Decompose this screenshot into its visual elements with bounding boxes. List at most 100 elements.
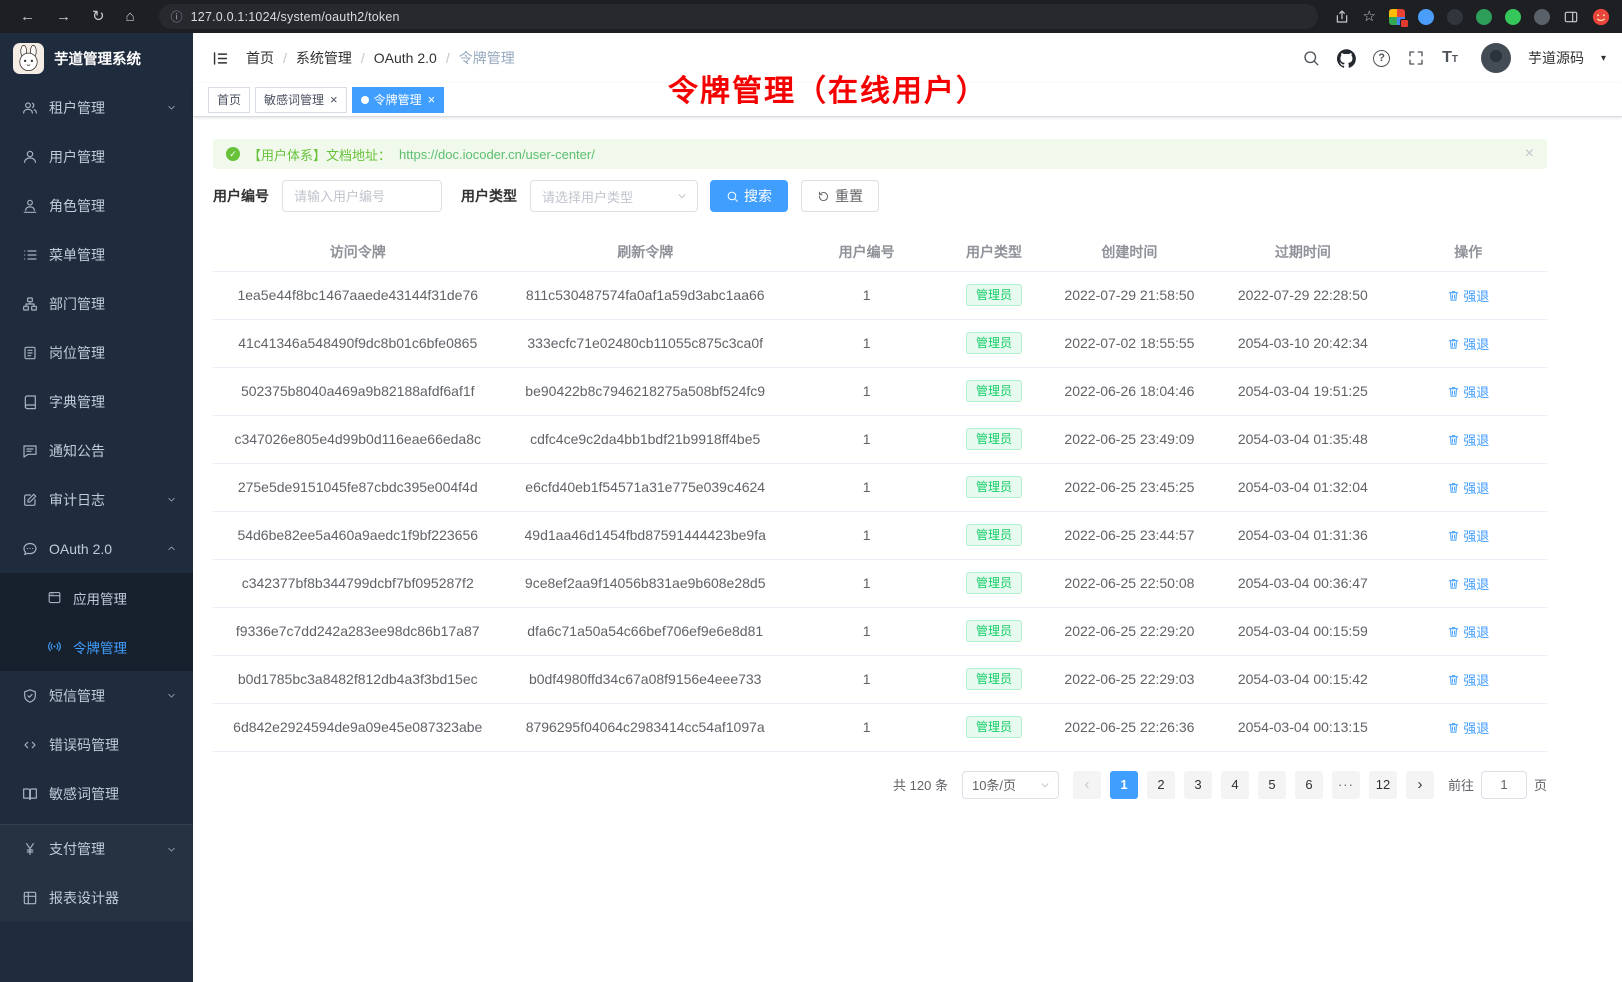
tab-home[interactable]: 首页	[208, 87, 250, 113]
user-type-badge: 管理员	[966, 428, 1022, 450]
sidebar-item-dept[interactable]: 部门管理	[0, 279, 193, 328]
force-logout-button[interactable]: 强退	[1447, 478, 1489, 497]
breadcrumb-item[interactable]: 首页	[246, 48, 274, 68]
sidebar-toggle-icon[interactable]	[1563, 9, 1579, 25]
sidebar-item-error-code[interactable]: 错误码管理	[0, 720, 193, 769]
force-logout-button[interactable]: 强退	[1447, 718, 1489, 737]
refresh-token-cell: 9ce8ef2aa9f14056b831ae9b608e28d5	[502, 559, 787, 607]
force-logout-label: 强退	[1463, 286, 1489, 305]
profile-avatar-icon[interactable]	[1592, 8, 1610, 26]
sidebar-item-oauth2-app[interactable]: 应用管理	[0, 573, 193, 622]
tab-close-icon[interactable]: ×	[428, 93, 436, 106]
sidebar-item-oauth2-token[interactable]: 令牌管理	[0, 622, 193, 671]
menu-item-label: 应用管理	[73, 588, 177, 608]
sidebar-item-report[interactable]: 报表设计器	[0, 873, 193, 922]
extension-icon[interactable]	[1534, 9, 1550, 25]
pagination-next-button[interactable]: ›	[1406, 771, 1434, 799]
sidebar-item-sensitive-word[interactable]: 敏感词管理	[0, 769, 193, 818]
sidebar-item-tenant[interactable]: 租户管理	[0, 83, 193, 132]
tab-close-icon[interactable]: ×	[330, 93, 338, 106]
access-token-cell: 502375b8040a469a9b82188afdf6af1f	[213, 367, 502, 415]
user-menu-caret-icon[interactable]: ▾	[1601, 53, 1606, 64]
sidebar-item-notice[interactable]: 通知公告	[0, 426, 193, 475]
github-icon[interactable]	[1337, 49, 1356, 68]
column-header-actions: 操作	[1390, 233, 1547, 271]
force-logout-button[interactable]: 强退	[1447, 574, 1489, 593]
sidebar-item-post[interactable]: 岗位管理	[0, 328, 193, 377]
browser-back-button[interactable]: ←	[20, 9, 35, 24]
force-logout-button[interactable]: 强退	[1447, 382, 1489, 401]
force-logout-button[interactable]: 强退	[1447, 670, 1489, 689]
pagination-page-5[interactable]: 5	[1258, 771, 1286, 799]
sidebar-item-pay[interactable]: 支付管理	[0, 824, 193, 873]
alert-close-icon[interactable]: ×	[1525, 145, 1534, 163]
pagination-prev-button[interactable]: ‹	[1073, 771, 1101, 799]
search-icon[interactable]	[1302, 49, 1320, 67]
access-token-cell: 6d842e2924594de9a09e45e087323abe	[213, 703, 502, 751]
action-cell: 强退	[1390, 271, 1547, 319]
pagination-page-6[interactable]: 6	[1295, 771, 1323, 799]
sidebar-item-audit-log[interactable]: 审计日志	[0, 475, 193, 524]
tab-token[interactable]: 令牌管理×	[352, 87, 445, 113]
bookmark-star-icon[interactable]: ☆	[1363, 9, 1376, 24]
force-logout-button[interactable]: 强退	[1447, 526, 1489, 545]
menu-item-label: 菜单管理	[49, 245, 177, 265]
breadcrumb-item[interactable]: OAuth 2.0	[374, 50, 437, 66]
font-size-icon[interactable]: TT	[1442, 50, 1458, 66]
extension-icon[interactable]	[1418, 9, 1434, 25]
pagination-page-4[interactable]: 4	[1221, 771, 1249, 799]
extension-icon[interactable]	[1389, 9, 1405, 25]
force-logout-label: 强退	[1463, 526, 1489, 545]
user-type-placeholder: 请选择用户类型	[542, 187, 633, 206]
sidebar-fold-icon[interactable]	[211, 49, 230, 68]
menu-item-icon	[22, 345, 38, 361]
browser-forward-button[interactable]: →	[56, 9, 71, 24]
logo-row[interactable]: 芋道管理系统	[0, 33, 193, 83]
sidebar-item-dict[interactable]: 字典管理	[0, 377, 193, 426]
pagination-page-1[interactable]: 1	[1110, 771, 1138, 799]
sidebar-item-menu[interactable]: 菜单管理	[0, 230, 193, 279]
search-form: 用户编号 用户类型 请选择用户类型 搜索 重置	[213, 180, 1547, 212]
sidebar-item-oauth2[interactable]: OAuth 2.0	[0, 524, 193, 573]
force-logout-button[interactable]: 强退	[1447, 286, 1489, 305]
extension-icon[interactable]	[1447, 9, 1463, 25]
site-info-icon[interactable]: ⓘ	[171, 8, 183, 25]
user-type-select[interactable]: 请选择用户类型	[530, 180, 698, 212]
browser-toolbar-right: ☆	[1334, 8, 1610, 26]
help-icon[interactable]: ?	[1373, 50, 1390, 67]
alert-doc-link[interactable]: https://doc.iocoder.cn/user-center/	[399, 147, 595, 162]
table-row: c347026e805e4d99b0d116eae66eda8c cdfc4ce…	[213, 415, 1547, 463]
force-logout-button[interactable]: 强退	[1447, 334, 1489, 353]
force-logout-button[interactable]: 强退	[1447, 622, 1489, 641]
trash-icon	[1447, 385, 1460, 398]
menu-item-label: 部门管理	[49, 294, 177, 314]
user-avatar[interactable]	[1481, 43, 1511, 73]
user-id-cell: 1	[788, 271, 945, 319]
extension-icon[interactable]	[1476, 9, 1492, 25]
user-id-input[interactable]	[282, 180, 442, 212]
refresh-token-cell: e6cfd40eb1f54571a31e775e039c4624	[502, 463, 787, 511]
browser-reload-button[interactable]: ↻	[92, 9, 105, 24]
breadcrumb-item[interactable]: 系统管理	[296, 48, 352, 68]
sidebar-item-sms[interactable]: 短信管理	[0, 671, 193, 720]
alert-label: 【用户体系】文档地址：	[248, 145, 391, 164]
pagination-page-3[interactable]: 3	[1184, 771, 1212, 799]
goto-page-input[interactable]	[1481, 771, 1527, 799]
pagination-page-12[interactable]: 12	[1369, 771, 1397, 799]
force-logout-button[interactable]: 强退	[1447, 430, 1489, 449]
sidebar-item-user[interactable]: 用户管理	[0, 132, 193, 181]
share-icon[interactable]	[1334, 9, 1350, 25]
pagination-ellipsis[interactable]: ···	[1332, 771, 1360, 799]
sidebar-item-role[interactable]: 角色管理	[0, 181, 193, 230]
browser-home-button[interactable]: ⌂	[126, 9, 135, 24]
user-type-cell: 管理员	[945, 319, 1042, 367]
extension-icon[interactable]	[1505, 9, 1521, 25]
user-type-badge: 管理员	[966, 572, 1022, 594]
pagination-page-2[interactable]: 2	[1147, 771, 1175, 799]
page-size-select[interactable]: 10条/页	[962, 771, 1059, 799]
search-button[interactable]: 搜索	[710, 180, 788, 212]
tab-sensitive-word[interactable]: 敏感词管理×	[255, 87, 347, 113]
browser-url-bar[interactable]: ⓘ 127.0.0.1:1024/system/oauth2/token	[159, 4, 1318, 29]
reset-button[interactable]: 重置	[801, 180, 879, 212]
fullscreen-icon[interactable]	[1407, 49, 1425, 67]
